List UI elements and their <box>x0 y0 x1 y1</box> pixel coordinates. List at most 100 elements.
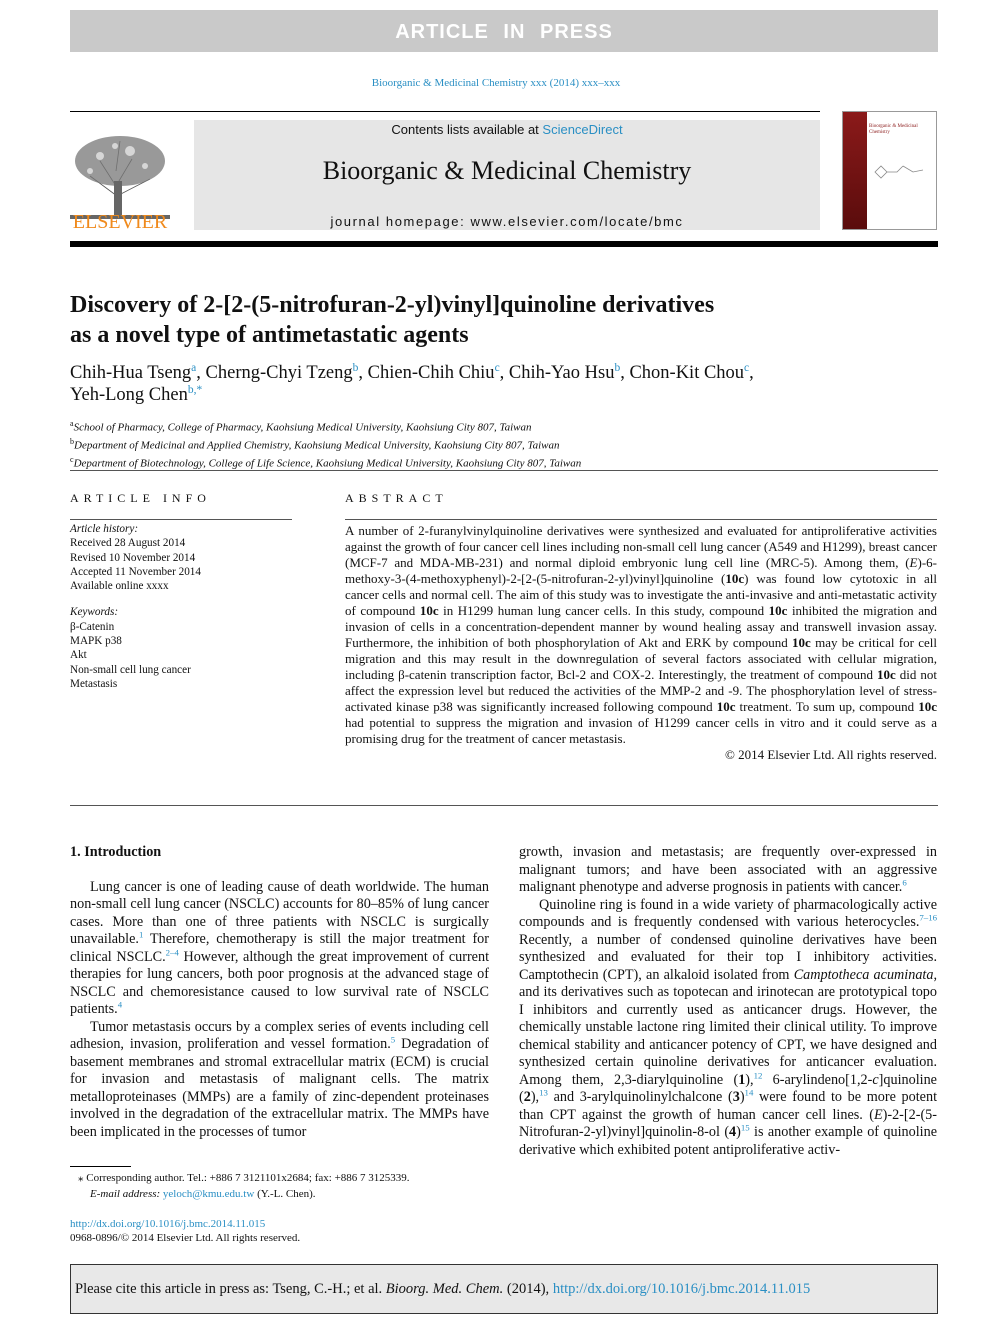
sciencedirect-link[interactable]: ScienceDirect <box>542 122 622 137</box>
author-separator: , <box>499 363 509 383</box>
cite-year: (2014), <box>503 1281 553 1297</box>
author-name[interactable]: Chih-Hua Tseng <box>70 363 191 383</box>
footnote-rule <box>70 1166 131 1167</box>
history-item: Received 28 August 2014 <box>70 537 186 550</box>
right-column: growth, invasion and metastasis; are fre… <box>519 844 937 1159</box>
compound-label: 3 <box>732 1089 740 1105</box>
header-rule <box>70 111 820 112</box>
author-name[interactable]: Chien-Chih Chiu <box>368 363 495 383</box>
doi-link[interactable]: http://dx.doi.org/10.1016/j.bmc.2014.11.… <box>70 1218 265 1230</box>
history-item: Available online xxxx <box>70 580 169 593</box>
abstract: A number of 2-furanylvinylquinoline deri… <box>345 523 937 763</box>
compound-label: 10c <box>419 603 439 618</box>
keyword: β-Catenin <box>70 620 115 633</box>
journal-cover-thumbnail: Bioorganic & Medicinal Chemistry <box>842 111 937 230</box>
article-title: Discovery of 2-[2-(5-nitrofuran-2-yl)vin… <box>70 290 830 350</box>
contents-line: Contents lists available at ScienceDirec… <box>194 122 820 137</box>
footnote: ⁎ Corresponding author. Tel.: +886 7 312… <box>70 1170 490 1246</box>
journal-header-box: Contents lists available at ScienceDirec… <box>194 120 820 230</box>
paragraph: Tumor metastasis occurs by a complex ser… <box>70 1019 489 1142</box>
reference-link[interactable]: 4 <box>118 999 122 1009</box>
keyword: MAPK p38 <box>70 635 122 648</box>
footnote-marker: ⁎ <box>78 1172 84 1184</box>
text-run: Quinoline ring is found in a wide variet… <box>519 896 937 931</box>
compound-label: 10c <box>768 603 788 618</box>
title-line: as a novel type of antimetastatic agents <box>70 322 469 348</box>
text-run: growth, invasion and metastasis; are fre… <box>519 844 937 895</box>
author-list: Chih-Hua Tsenga, Cherng-Chyi Tzengb, Chi… <box>70 362 930 406</box>
affiliation-text: School of Pharmacy, College of Pharmacy,… <box>73 421 532 434</box>
cover-spine <box>843 112 867 229</box>
author-separator: , <box>749 363 754 383</box>
cite-journal: Bioorg. Med. Chem. <box>385 1281 504 1297</box>
compound-label: 10c <box>725 571 745 586</box>
keyword: Metastasis <box>70 677 118 690</box>
compound-label: 10c <box>792 635 811 650</box>
text-run: and 3-arylquinolinylchalcone ( <box>547 1089 733 1105</box>
abstract-heading: ABSTRACT <box>345 491 448 505</box>
abstract-copyright: © 2014 Elsevier Ltd. All rights reserved… <box>724 747 937 762</box>
author-separator: , <box>358 363 368 383</box>
affiliation-text: Department of Medicinal and Applied Chem… <box>74 439 560 452</box>
history-item: Revised 10 November 2014 <box>70 551 196 564</box>
compound-label: 2 <box>523 1089 531 1105</box>
reference-link[interactable]: 7–16 <box>919 912 937 922</box>
contents-prefix: Contents lists available at <box>391 122 543 137</box>
italic-text: E <box>909 555 918 570</box>
article-info: Article history: Received 28 August 2014… <box>70 522 292 691</box>
compound-label: 10c <box>918 699 937 714</box>
email-link[interactable]: yeloch@kmu.edu.tw <box>163 1188 254 1200</box>
text-run: ), <box>745 1071 754 1088</box>
article-in-press-banner: ARTICLE IN PRESS <box>70 10 938 52</box>
abstract-rule <box>345 519 937 520</box>
history-label: Article history: <box>70 523 139 535</box>
italic-text: Camptotheca acuminata <box>793 966 934 983</box>
keywords-label: Keywords: <box>70 606 119 619</box>
keywords-list: β-Catenin MAPK p38 Akt Non-small cell lung … <box>70 620 292 691</box>
keyword: Non-small cell lung cancer <box>70 663 191 676</box>
journal-citation-link[interactable]: Bioorganic & Medicinal Chemistry xxx (20… <box>0 77 992 89</box>
cover-title: Bioorganic & Medicinal Chemistry <box>869 124 918 135</box>
author-name[interactable]: Yeh-Long Chen <box>70 385 188 405</box>
issn-copyright: 0968-0896/© 2014 Elsevier Ltd. All right… <box>70 1232 301 1244</box>
text-run: had potential to suppress the migration … <box>345 715 937 746</box>
paragraph: Quinoline ring is found in a wide variet… <box>519 897 937 1160</box>
affiliation: aSchool of Pharmacy, College of Pharmacy… <box>70 417 930 435</box>
email-label: E-mail address: <box>90 1188 161 1200</box>
paragraph: growth, invasion and metastasis; are fre… <box>519 844 937 897</box>
text-run: A number of 2-furanylvinylquinoline deri… <box>345 523 937 570</box>
abstract-text: A number of 2-furanylvinylquinoline deri… <box>345 523 937 747</box>
text-run: ), <box>530 1089 540 1105</box>
compound-label: 10c <box>716 699 736 714</box>
affiliations: aSchool of Pharmacy, College of Pharmacy… <box>70 417 930 471</box>
article-info-rule <box>70 519 292 520</box>
journal-name: Bioorganic & Medicinal Chemistry <box>322 156 692 185</box>
journal-homepage[interactable]: journal homepage: www.elsevier.com/locat… <box>194 214 820 229</box>
author-name[interactable]: Chih-Yao Hsu <box>509 363 615 383</box>
compound-label: 10c <box>877 667 896 682</box>
paragraph: Lung cancer is one of leading cause of d… <box>70 879 489 1019</box>
email-suffix: (Y.-L. Chen). <box>254 1188 316 1200</box>
title-line: Discovery of 2-[2-(5-nitrofuran-2-yl)vin… <box>70 292 715 318</box>
author-name[interactable]: Cherng-Chyi Tzeng <box>206 363 353 383</box>
keyword: Akt <box>70 649 87 662</box>
cite-doi-link[interactable]: http://dx.doi.org/10.1016/j.bmc.2014.11.… <box>553 1281 810 1297</box>
author-name[interactable]: Chon-Kit Chou <box>629 363 744 383</box>
reference-link[interactable]: 15 <box>741 1122 750 1132</box>
header-thick-rule <box>70 241 938 247</box>
history-list: Received 28 August 2014 Revised 10 Novemb… <box>70 536 292 593</box>
reference-link[interactable]: 6 <box>902 877 906 887</box>
affiliation-text: Department of Biotechnology, College of … <box>73 457 582 470</box>
corresponding-author: Corresponding author. Tel.: +886 7 31211… <box>86 1172 410 1184</box>
introduction-heading: 1. Introduction <box>70 844 162 860</box>
left-column: 1. Introduction Lung cancer is one of le… <box>70 844 489 1141</box>
author-separator: , <box>196 363 206 383</box>
cite-box: Please cite this article in press as: Ts… <box>70 1264 938 1314</box>
article-page: ARTICLE IN PRESS Bioorganic & Medicinal … <box>0 0 992 1323</box>
elsevier-wordmark: ELSEVIER <box>72 211 168 233</box>
reference-link[interactable]: 2–4 <box>166 947 179 957</box>
text-run: 6-arylindeno[1,2- <box>762 1071 873 1088</box>
affiliation: bDepartment of Medicinal and Applied Che… <box>70 435 930 453</box>
author-affiliation-mark[interactable]: b,* <box>188 384 202 396</box>
reference-link[interactable]: 13 <box>539 1087 548 1097</box>
